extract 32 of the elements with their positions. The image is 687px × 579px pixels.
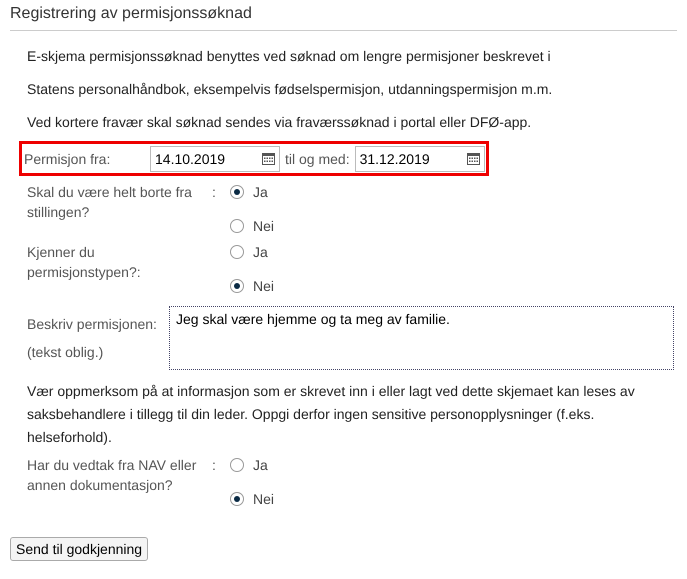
date-label: Permisjon fra:	[24, 150, 112, 166]
question-label: Har du vedtak fra NAV eller annen dokumentasjon?	[27, 456, 198, 495]
option-label[interactable]: Nei	[253, 491, 274, 507]
intro-text: Statens personalhåndbok, eksempelvis fødselspermisjon, utdanningspermisjon m.m.	[27, 80, 554, 99]
field-label: Beskriv permisjonen:	[27, 316, 158, 332]
radio-button[interactable]	[230, 219, 244, 233]
radio-button[interactable]	[230, 185, 244, 199]
radio-button[interactable]	[230, 492, 244, 506]
intro-text: Ved kortere fravær skal søknad sendes via fraværssøknad i portal eller DFØ-app.	[27, 113, 532, 132]
calendar-icon[interactable]	[262, 152, 275, 165]
option-label[interactable]: Nei	[253, 278, 274, 294]
field-note: (tekst oblig.)	[27, 344, 104, 360]
calendar-icon[interactable]	[466, 152, 480, 165]
colon-separator: :	[212, 457, 216, 473]
intro-text: E-skjema permisjonssøknad benyttes ved søknad om lengre permisjoner beskrevet i	[27, 47, 552, 66]
notice-text: Vær oppmerksom på at informasjon som er skrevet inn i eller lagt ved dette skjemaet kan leses av saksbehandlere i tillegg til din leder. Oppgi derfor ingen sensitive personopplysninger (f.eks. helseforhold).	[27, 382, 636, 447]
page-title: Registrering av permisjonssøknad	[10, 0, 677, 31]
radio-button[interactable]	[230, 245, 244, 259]
date-field[interactable]: 14.10.2019	[150, 146, 280, 172]
radio-button[interactable]	[230, 279, 244, 293]
question-label: Skal du være helt borte fra stillingen?	[27, 183, 193, 222]
colon-separator: :	[212, 184, 216, 200]
date-label: til og med:	[285, 150, 350, 166]
option-label[interactable]: Nei	[253, 218, 274, 234]
submit-button[interactable]: Send til godkjenning	[10, 537, 148, 561]
option-label[interactable]: Ja	[253, 184, 268, 200]
radio-button[interactable]	[230, 458, 244, 472]
option-label[interactable]: Ja	[253, 457, 268, 473]
question-label: Kjenner du permisjonstypen?:	[27, 243, 142, 282]
option-label[interactable]: Ja	[253, 244, 268, 260]
date-field[interactable]: 31.12.2019	[354, 146, 485, 172]
description-field[interactable]: Jeg skal være hjemme og ta meg av familie.	[169, 306, 674, 370]
